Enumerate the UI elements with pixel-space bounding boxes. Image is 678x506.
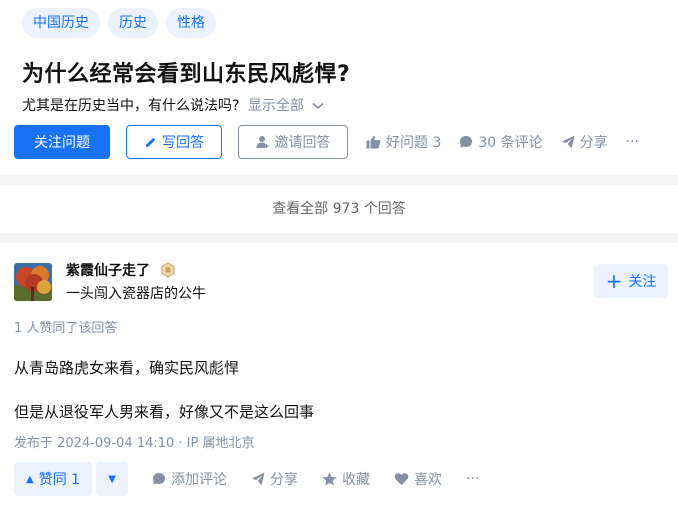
show-all-button[interactable]: 显示全部 bbox=[248, 98, 324, 114]
question-header: 中国历史 历史 性格 为什么经常会看到山东民风彪悍? 尤其是在历史当中，有什么说… bbox=[0, 0, 678, 175]
answer-actions: ▲ 赞同 1 ▼ 添加评论 分享 收藏 喜欢 ··· bbox=[14, 462, 479, 496]
voted-summary: 1 人赞同了该回答 bbox=[14, 321, 118, 336]
follow-author-button[interactable]: + 关注 bbox=[594, 264, 668, 298]
share-button[interactable]: 分享 bbox=[561, 132, 608, 152]
more-button[interactable]: ··· bbox=[466, 471, 479, 487]
view-all-answers-link[interactable]: 查看全部 973 个回答 bbox=[0, 185, 678, 233]
person-add-icon bbox=[256, 136, 268, 148]
like-label: 喜欢 bbox=[414, 472, 443, 488]
show-all-label: 显示全部 bbox=[247, 98, 304, 114]
comments-button[interactable]: 30 条评论 bbox=[459, 132, 543, 152]
follow-question-button[interactable]: 关注问题 bbox=[14, 125, 110, 159]
paper-plane-icon bbox=[561, 135, 575, 149]
answer-paragraph: 但是从退役军人男来看，好像又不是这么回事 bbox=[14, 403, 315, 421]
creator-badge-icon bbox=[161, 262, 175, 278]
author-name[interactable]: 紫霞仙子走了 bbox=[66, 260, 150, 280]
topic-tag[interactable]: 中国历史 bbox=[22, 8, 100, 38]
question-description: 尤其是在历史当中，有什么说法吗? 显示全部 bbox=[22, 95, 324, 115]
comment-icon bbox=[460, 136, 473, 148]
chevron-down-icon bbox=[312, 102, 324, 110]
share-answer-button[interactable]: 分享 bbox=[251, 469, 298, 489]
follow-author-label: 关注 bbox=[628, 274, 657, 290]
comments-label: 30 条评论 bbox=[478, 135, 543, 151]
thumbs-up-icon bbox=[366, 135, 381, 149]
topic-tag[interactable]: 历史 bbox=[108, 8, 158, 38]
good-question-label: 好问题 3 bbox=[386, 135, 442, 151]
topic-tags: 中国历史 历史 性格 bbox=[22, 8, 216, 38]
plus-icon: + bbox=[605, 269, 623, 293]
star-icon bbox=[322, 472, 337, 486]
downvote-button[interactable]: ▼ bbox=[96, 462, 129, 496]
like-button[interactable]: 喜欢 bbox=[394, 469, 442, 489]
comment-icon bbox=[153, 473, 166, 485]
upvote-label: 赞同 1 bbox=[38, 472, 81, 488]
invite-answer-button[interactable]: 邀请回答 bbox=[238, 125, 348, 159]
avatar[interactable] bbox=[14, 263, 52, 301]
topic-tag[interactable]: 性格 bbox=[166, 8, 216, 38]
good-question-button[interactable]: 好问题 3 bbox=[366, 132, 441, 152]
share-answer-label: 分享 bbox=[270, 472, 299, 488]
question-title[interactable]: 为什么经常会看到山东民风彪悍? bbox=[22, 56, 350, 88]
collect-button[interactable]: 收藏 bbox=[322, 469, 370, 489]
triangle-up-icon: ▲ bbox=[26, 473, 34, 485]
add-comment-label: 添加评论 bbox=[171, 472, 228, 488]
avatar-image bbox=[14, 263, 52, 301]
write-answer-button[interactable]: 写回答 bbox=[126, 125, 222, 159]
write-answer-label: 写回答 bbox=[162, 135, 204, 151]
share-label: 分享 bbox=[579, 135, 608, 151]
triangle-down-icon: ▼ bbox=[108, 473, 116, 485]
more-button[interactable]: ··· bbox=[626, 134, 639, 150]
answer-card: 紫霞仙子走了 一头闯入瓷器店的公牛 + 关注 1 人赞同了该回答 从青岛路虎女来… bbox=[0, 243, 678, 506]
heart-icon bbox=[394, 473, 409, 485]
add-comment-button[interactable]: 添加评论 bbox=[152, 469, 227, 489]
answer-paragraph: 从青岛路虎女来看，确实民风彪悍 bbox=[14, 359, 240, 377]
pencil-icon bbox=[145, 137, 156, 147]
invite-answer-label: 邀请回答 bbox=[274, 135, 331, 151]
paper-plane-icon bbox=[251, 472, 265, 486]
collect-label: 收藏 bbox=[342, 472, 371, 488]
question-description-text: 尤其是在历史当中，有什么说法吗? bbox=[22, 98, 240, 114]
question-actions: 关注问题 写回答 邀请回答 好问题 3 30 条评论 分享 ··· bbox=[14, 125, 639, 159]
publish-time[interactable]: 发布于 2024-09-04 14:10 · IP 属地北京 bbox=[14, 432, 254, 451]
author-bio: 一头闯入瓷器店的公牛 bbox=[66, 286, 206, 302]
upvote-button[interactable]: ▲ 赞同 1 bbox=[14, 462, 93, 496]
